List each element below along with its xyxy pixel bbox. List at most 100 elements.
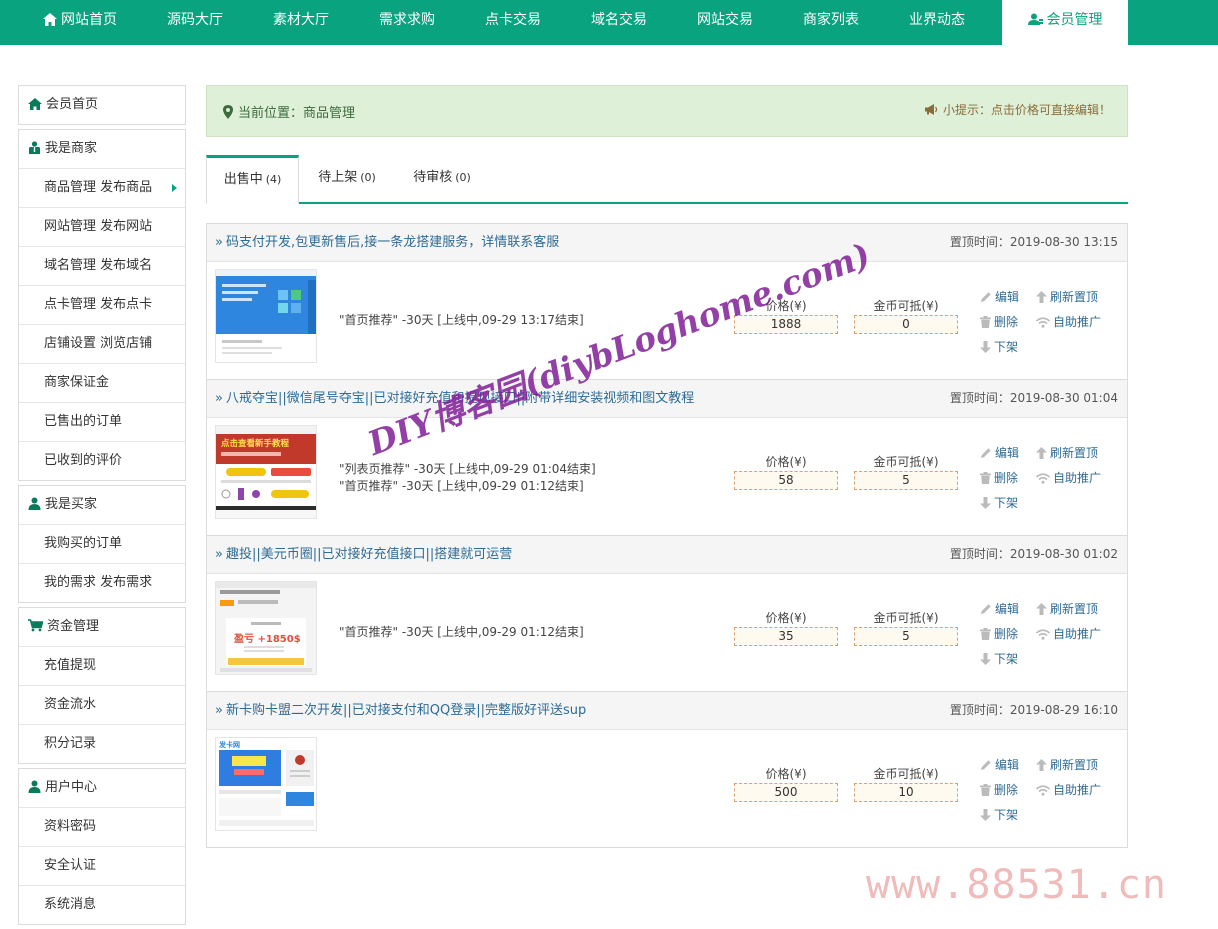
- delete-button[interactable]: 删除: [980, 625, 1018, 642]
- coin-input[interactable]: 5: [854, 627, 958, 646]
- product-title-link[interactable]: » 趣投||美元币圈||已对接好充值接口||搭建就可运营: [215, 547, 512, 562]
- nav-item-merchants[interactable]: 商家列表: [779, 0, 883, 45]
- nav-item-news[interactable]: 业界动态: [885, 0, 989, 45]
- pin-time: 置顶时间：2019-08-30 13:15: [949, 235, 1118, 249]
- product-title-link[interactable]: » 新卡购卡盟二次开发||已对接支付和QQ登录||完整版好评送sup: [215, 703, 586, 718]
- price-input[interactable]: 1888: [734, 315, 838, 334]
- pin-time: 置顶时间：2019-08-29 16:10: [949, 703, 1118, 717]
- coin-label: 金币可抵(¥): [873, 299, 939, 313]
- tab-on-sale[interactable]: 出售中 (4): [206, 155, 299, 204]
- tab-pending-listing[interactable]: 待上架 (0): [303, 155, 391, 202]
- edit-button[interactable]: 编辑: [980, 756, 1019, 773]
- price-input[interactable]: 500: [734, 783, 838, 802]
- price-label: 价格(¥): [765, 455, 807, 469]
- user-manage-icon: [1027, 13, 1043, 25]
- sidebar-item-reviews[interactable]: 已收到的评价: [19, 442, 185, 480]
- sidebar-item-my-demands[interactable]: 我的需求 发布需求: [19, 564, 185, 602]
- product-thumbnail[interactable]: 发卡网: [215, 737, 317, 831]
- coin-input[interactable]: 10: [854, 783, 958, 802]
- tab-pending-review[interactable]: 待审核 (0): [398, 155, 486, 202]
- delete-button[interactable]: 删除: [980, 313, 1018, 330]
- sidebar-item-points[interactable]: 积分记录: [19, 725, 185, 763]
- sidebar-item-recharge[interactable]: 充值提现: [19, 647, 185, 686]
- coin-input[interactable]: 5: [854, 471, 958, 490]
- merchant-icon: [29, 141, 40, 154]
- coin-label: 金币可抵(¥): [873, 455, 939, 469]
- sidebar-heading-label: 用户中心: [45, 780, 98, 795]
- thumbnail-image: 点击查看新手教程: [216, 426, 316, 518]
- sidebar-item-security[interactable]: 安全认证: [19, 847, 185, 886]
- refresh-label: 刷新置顶: [1050, 446, 1099, 460]
- refresh-top-button[interactable]: 刷新置顶: [1036, 756, 1098, 773]
- nav-item-source[interactable]: 源码大厅: [143, 0, 247, 45]
- product-thumbnail[interactable]: 点击查看新手教程: [215, 425, 317, 519]
- nav-item-home[interactable]: 网站首页: [28, 0, 132, 45]
- sidebar-item-fund-flow[interactable]: 资金流水: [19, 686, 185, 725]
- refresh-top-button[interactable]: 刷新置顶: [1036, 600, 1098, 617]
- product-title-link[interactable]: » 八戒夺宝||微信尾号夺宝||已对接好充值和提现接口||附带详细安装视频和图文教…: [215, 391, 694, 406]
- price-label: 价格(¥): [765, 611, 807, 625]
- breadcrumb-label: 当前位置：商品管理: [238, 106, 356, 121]
- price-input[interactable]: 35: [734, 627, 838, 646]
- sidebar-item-card-manage[interactable]: 点卡管理 发布点卡: [19, 286, 185, 325]
- nav-item-website[interactable]: 网站交易: [673, 0, 777, 45]
- delete-button[interactable]: 删除: [980, 781, 1018, 798]
- offline-button[interactable]: 下架: [980, 650, 1018, 667]
- sidebar-label: 已收到的评价: [44, 453, 123, 468]
- nav-item-domain[interactable]: 域名交易: [567, 0, 671, 45]
- product-title-link[interactable]: » 码支付开发,包更新售后,接一条龙搭建服务，详情联系客服: [215, 235, 559, 250]
- promote-button[interactable]: 自助推广: [1035, 469, 1101, 486]
- sidebar-item-my-orders[interactable]: 我购买的订单: [19, 525, 185, 564]
- sidebar-item-sold-orders[interactable]: 已售出的订单: [19, 403, 185, 442]
- refresh-top-button[interactable]: 刷新置顶: [1036, 288, 1098, 305]
- promote-button[interactable]: 自助推广: [1035, 313, 1101, 330]
- edit-button[interactable]: 编辑: [980, 600, 1019, 617]
- promotion-status: "首页推荐" -30天 [上线中,09-29 01:12结束]: [339, 625, 584, 639]
- sidebar-label: 已售出的订单: [44, 414, 123, 429]
- sidebar-item-goods-manage[interactable]: 商品管理 发布商品: [19, 169, 185, 208]
- coin-input[interactable]: 0: [854, 315, 958, 334]
- edit-button[interactable]: 编辑: [980, 444, 1019, 461]
- product-title: 码支付开发,包更新售后,接一条龙搭建服务，详情联系客服: [225, 235, 560, 250]
- price-input[interactable]: 58: [734, 471, 838, 490]
- refresh-top-button[interactable]: 刷新置顶: [1036, 444, 1098, 461]
- sidebar-heading-label: 我是买家: [45, 497, 98, 512]
- product-thumbnail[interactable]: 盈亏 +1850$: [215, 581, 317, 675]
- sidebar-item-member-home[interactable]: 会员首页: [19, 86, 185, 124]
- promote-button[interactable]: 自助推广: [1035, 625, 1101, 642]
- thumb-logo-text: 发卡网: [218, 740, 240, 749]
- status-tabs: 出售中 (4) 待上架 (0) 待审核 (0): [206, 155, 1128, 204]
- nav-item-member[interactable]: 会员管理: [1002, 0, 1128, 45]
- sidebar-group-funds: 资金管理 充值提现 资金流水 积分记录: [18, 607, 186, 764]
- offline-button[interactable]: 下架: [980, 806, 1018, 823]
- offline-label: 下架: [994, 652, 1019, 666]
- product-thumbnail[interactable]: [215, 269, 317, 363]
- wifi-icon: [1035, 473, 1051, 484]
- coin-column: 金币可抵(¥) 5: [854, 453, 958, 490]
- offline-label: 下架: [994, 808, 1019, 822]
- offline-button[interactable]: 下架: [980, 494, 1018, 511]
- product-header: » 趣投||美元币圈||已对接好充值接口||搭建就可运营 置顶时间：2019-08…: [207, 536, 1127, 574]
- delete-button[interactable]: 删除: [980, 469, 1018, 486]
- nav-item-card[interactable]: 点卡交易: [461, 0, 565, 45]
- sidebar-item-deposit[interactable]: 商家保证金: [19, 364, 185, 403]
- sidebar-item-messages[interactable]: 系统消息: [19, 886, 185, 924]
- promote-button[interactable]: 自助推广: [1035, 781, 1101, 798]
- sidebar-item-shop-settings[interactable]: 店铺设置 浏览店铺: [19, 325, 185, 364]
- tab-count: (0): [455, 171, 471, 184]
- sidebar-label: 我购买的订单: [44, 536, 123, 551]
- sidebar-label: 资料密码: [44, 819, 97, 834]
- sidebar-heading-label: 我是商家: [45, 141, 98, 156]
- nav-item-demand[interactable]: 需求求购: [355, 0, 459, 45]
- sidebar-item-domain-manage[interactable]: 域名管理 发布域名: [19, 247, 185, 286]
- offline-button[interactable]: 下架: [980, 338, 1018, 355]
- sidebar-item-profile-password[interactable]: 资料密码: [19, 808, 185, 847]
- sidebar-label: 充值提现: [44, 658, 97, 673]
- sidebar-item-site-manage[interactable]: 网站管理 发布网站: [19, 208, 185, 247]
- edit-button[interactable]: 编辑: [980, 288, 1019, 305]
- sidebar-label: 资金流水: [44, 697, 97, 712]
- sidebar-heading-user: 用户中心: [19, 769, 185, 808]
- nav-item-material[interactable]: 素材大厅: [249, 0, 353, 45]
- tab-label: 待审核: [413, 170, 453, 185]
- sidebar-group-user: 用户中心 资料密码 安全认证 系统消息: [18, 768, 186, 925]
